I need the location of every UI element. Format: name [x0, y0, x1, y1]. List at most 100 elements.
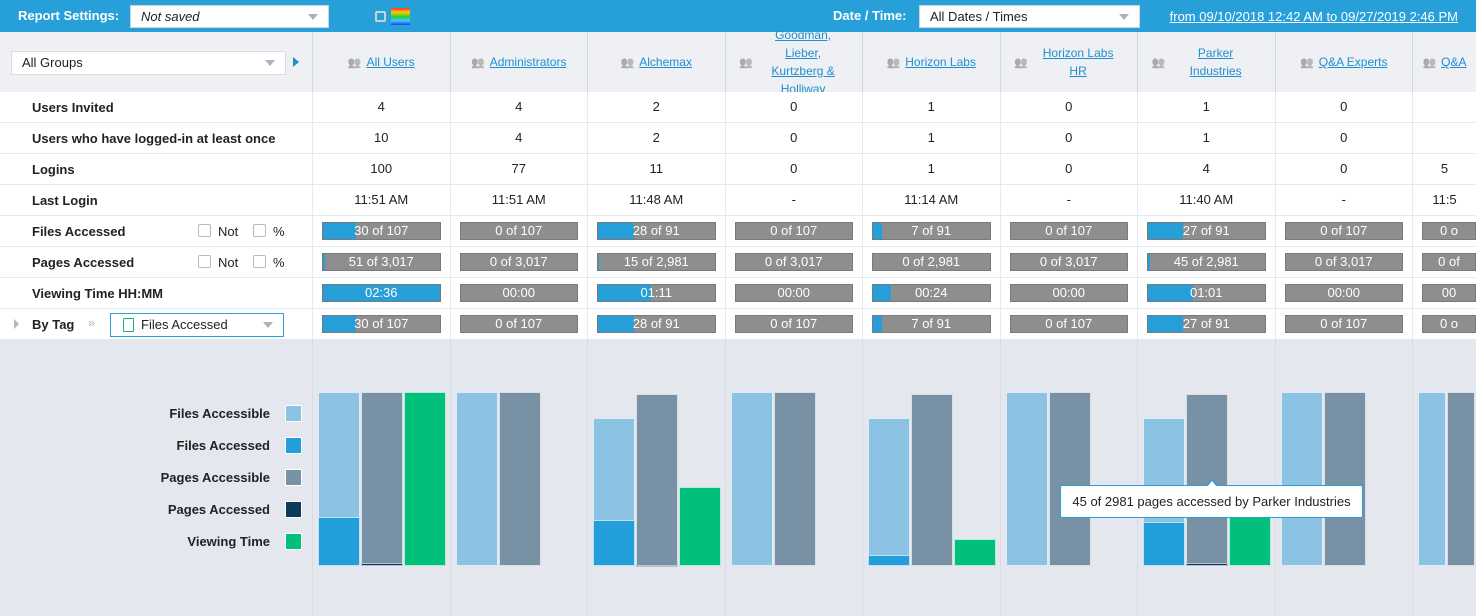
percent-checkbox[interactable]: [253, 255, 266, 268]
bar-files-accessible[interactable]: [1005, 392, 1048, 566]
bar-pages-accessible[interactable]: [1048, 392, 1091, 566]
progress-bar: 7 of 91: [872, 315, 991, 333]
legend-label-files-accessible: Files Accessible: [169, 406, 270, 421]
progress-bar: 01:11: [597, 284, 716, 302]
checkbox[interactable]: [375, 11, 386, 22]
bar-files-accessed[interactable]: [593, 520, 635, 566]
cell-value: 0: [790, 161, 798, 176]
progress-bar: 45 of 2,981: [1147, 253, 1266, 271]
group-link[interactable]: Horizon Labs HR: [1033, 44, 1123, 80]
progress-bar: 28 of 91: [597, 315, 716, 333]
group-link[interactable]: Administrators: [490, 53, 567, 71]
table-cell: 0: [999, 154, 1138, 185]
progress-text: 00: [1441, 285, 1457, 300]
group-select[interactable]: All Groups: [11, 51, 286, 75]
progress-text: 0 of 107: [495, 223, 543, 238]
bar-pages-accessible[interactable]: [636, 394, 678, 566]
cell-value: 11:5: [1432, 192, 1457, 207]
progress-bar: 0 of 107: [459, 315, 578, 333]
report-settings-select[interactable]: Not saved: [130, 5, 329, 28]
group-link[interactable]: Goodman, Lieber, Kurtzberg & Holliway: [758, 26, 848, 98]
progress-bar: 15 of 2,981: [597, 253, 716, 271]
bar-pages-accessible[interactable]: [498, 392, 541, 566]
not-label: Not: [218, 224, 239, 239]
bar-files-accessible[interactable]: [730, 392, 773, 566]
progress-bar: 0 of 107: [1284, 222, 1403, 240]
color-palette-toggle[interactable]: [375, 8, 411, 25]
table-cell: 28 of 91: [587, 216, 725, 247]
cell-value: 0: [1065, 130, 1073, 145]
bar-pages-accessed[interactable]: [361, 563, 403, 566]
table-row-logins: Logins 100 77 11 0 1 0 4 0 5: [0, 154, 1476, 185]
group-link[interactable]: Q&A Experts: [1319, 53, 1388, 71]
top-bar: Report Settings: Not saved Date / Time: …: [0, 0, 1476, 32]
table-cell: 0: [999, 92, 1138, 123]
not-checkbox[interactable]: [198, 255, 211, 268]
group-column-header: 👥 Horizon Labs: [862, 32, 1000, 92]
progress-bar: 02:36: [322, 284, 441, 302]
cell-value: 4: [515, 99, 523, 114]
progress-text: 0 of 3,017: [1039, 254, 1098, 269]
by-tag-select[interactable]: Files Accessed: [110, 313, 284, 337]
cell-value: 11:14 AM: [904, 192, 959, 207]
table-cell: [1412, 92, 1476, 123]
bar-pages-accessible[interactable]: [911, 394, 953, 566]
table-cell: 30 of 107: [312, 216, 450, 247]
cell-value: 4: [1202, 161, 1210, 176]
table-cell: 0: [1274, 123, 1413, 154]
progress-text: 0 of 3,017: [1314, 254, 1373, 269]
bar-pages-accessed[interactable]: [1186, 563, 1228, 566]
bar-pages-accessible[interactable]: [1447, 392, 1475, 566]
progress-text: 0 of 107: [770, 316, 818, 331]
bar-files-accessed[interactable]: [318, 517, 360, 566]
chevron-down-icon: [1119, 14, 1129, 20]
progress-text: 0 o: [1439, 223, 1459, 238]
bar-viewing-time[interactable]: [404, 392, 446, 566]
bar-files-accessed[interactable]: [1143, 522, 1185, 566]
date-time-select[interactable]: All Dates / Times: [919, 5, 1140, 28]
group-link[interactable]: Horizon Labs: [905, 53, 976, 71]
bar-pages-accessed[interactable]: [636, 565, 678, 568]
table-cell: 0 of 3,017: [1274, 247, 1413, 278]
expand-arrow-icon[interactable]: [14, 319, 19, 329]
legend-swatch-files-accessible: [285, 405, 302, 422]
not-checkbox[interactable]: [198, 224, 211, 237]
bar-pages-accessible[interactable]: [773, 392, 816, 566]
bar-files-accessed[interactable]: [868, 554, 910, 566]
row-label: Pages Accessed: [32, 255, 135, 270]
group-link[interactable]: All Users: [367, 53, 415, 71]
progress-bar: 0 of 2,981: [872, 253, 991, 271]
bar-files-accessible[interactable]: [1280, 392, 1323, 566]
cell-value: 0: [1340, 130, 1348, 145]
group-link[interactable]: Alchemax: [639, 53, 692, 71]
progress-bar: 00:00: [1284, 284, 1403, 302]
bar-pages-accessible[interactable]: [1323, 392, 1366, 566]
double-chevron-icon[interactable]: »: [88, 315, 95, 330]
date-range-link[interactable]: from 09/10/2018 12:42 AM to 09/27/2019 2…: [1170, 9, 1458, 24]
group-icon: 👥: [739, 56, 754, 69]
group-link[interactable]: Q&A: [1441, 53, 1466, 71]
group-link[interactable]: Parker Industries: [1171, 44, 1261, 80]
table-cell: -: [724, 185, 863, 216]
progress-text: 0 o: [1439, 316, 1459, 331]
percent-checkbox[interactable]: [253, 224, 266, 237]
table-cell: 0 o: [1412, 216, 1476, 247]
bar-files-accessible[interactable]: [455, 392, 498, 566]
cell-value: 0: [1065, 99, 1073, 114]
expand-arrow-icon[interactable]: [293, 57, 299, 67]
table-cell: 4: [449, 92, 588, 123]
progress-text: 00:00: [502, 285, 536, 300]
cell-value: 77: [511, 161, 526, 176]
cell-value: 4: [515, 130, 523, 145]
bar-files-accessible[interactable]: [1418, 392, 1446, 566]
bar-files-accessible[interactable]: [868, 418, 910, 566]
group-column-header: 👥 Q&A: [1412, 32, 1476, 92]
progress-bar: 0 of: [1422, 253, 1476, 271]
bar-viewing-time[interactable]: [679, 486, 721, 566]
row-label: By Tag: [32, 317, 75, 332]
bar-viewing-time[interactable]: [954, 539, 996, 566]
bar-pages-accessible[interactable]: [361, 392, 403, 566]
progress-text: 0 of 3,017: [489, 254, 548, 269]
table-cell: 00:24: [862, 278, 1000, 309]
table-cell: 11:51 AM: [312, 185, 450, 216]
